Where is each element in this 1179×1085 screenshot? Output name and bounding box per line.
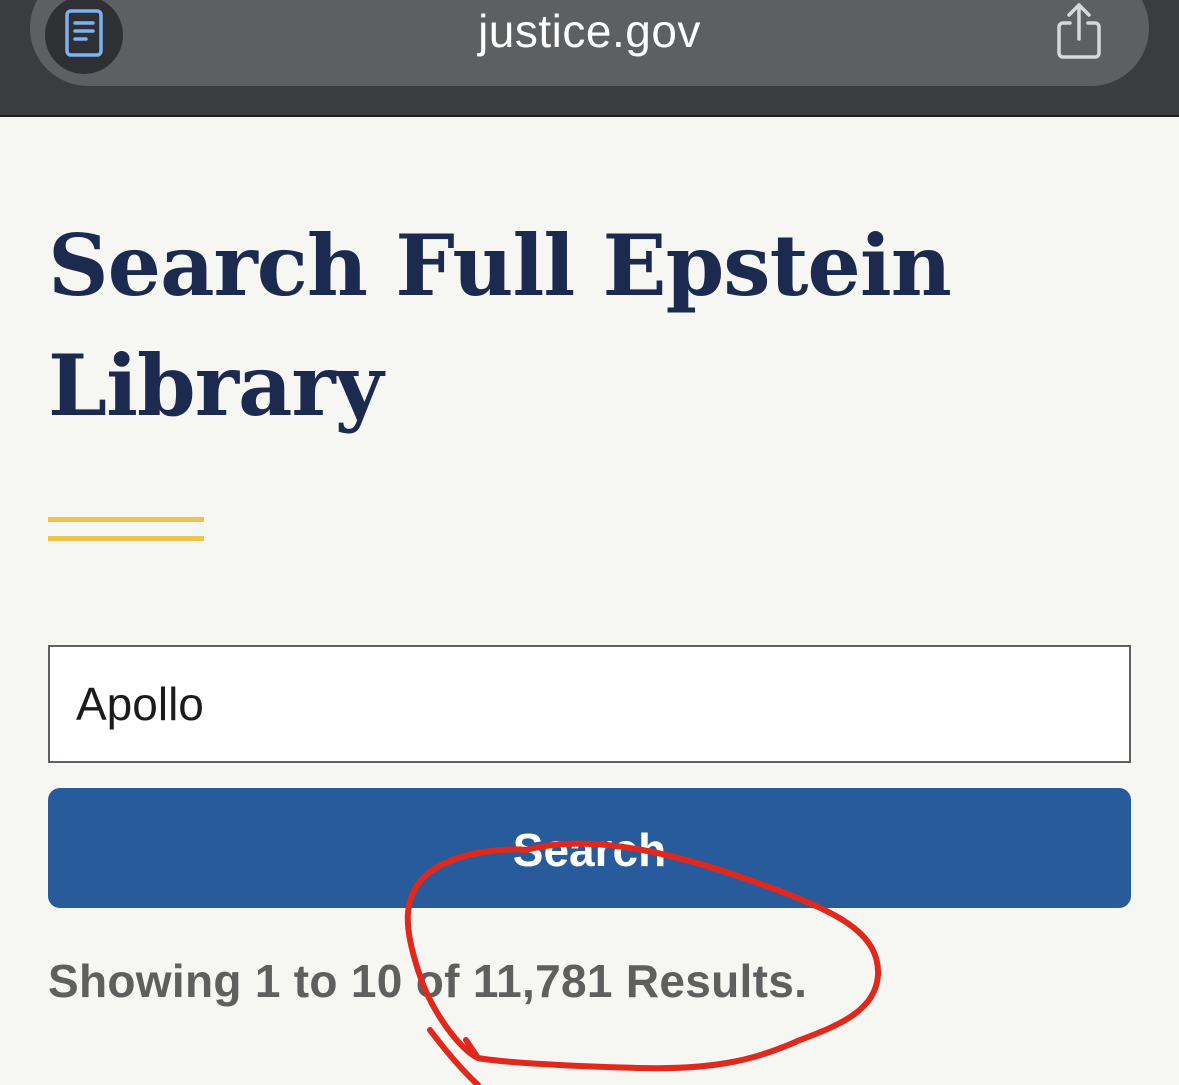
title-accent-rule <box>48 517 204 542</box>
search-button[interactable]: Search <box>48 788 1131 908</box>
search-input[interactable] <box>48 645 1131 763</box>
page-title: Search Full Epstein Library <box>48 216 952 435</box>
browser-toolbar: justice.gov <box>0 0 1179 117</box>
results-count: Showing 1 to 10 of 11,781 Results. <box>48 955 808 1007</box>
share-button[interactable] <box>1050 2 1108 64</box>
share-icon <box>1053 1 1105 66</box>
url-text[interactable]: justice.gov <box>0 4 1179 58</box>
hand-drawn-circle-annotation <box>404 840 882 1085</box>
